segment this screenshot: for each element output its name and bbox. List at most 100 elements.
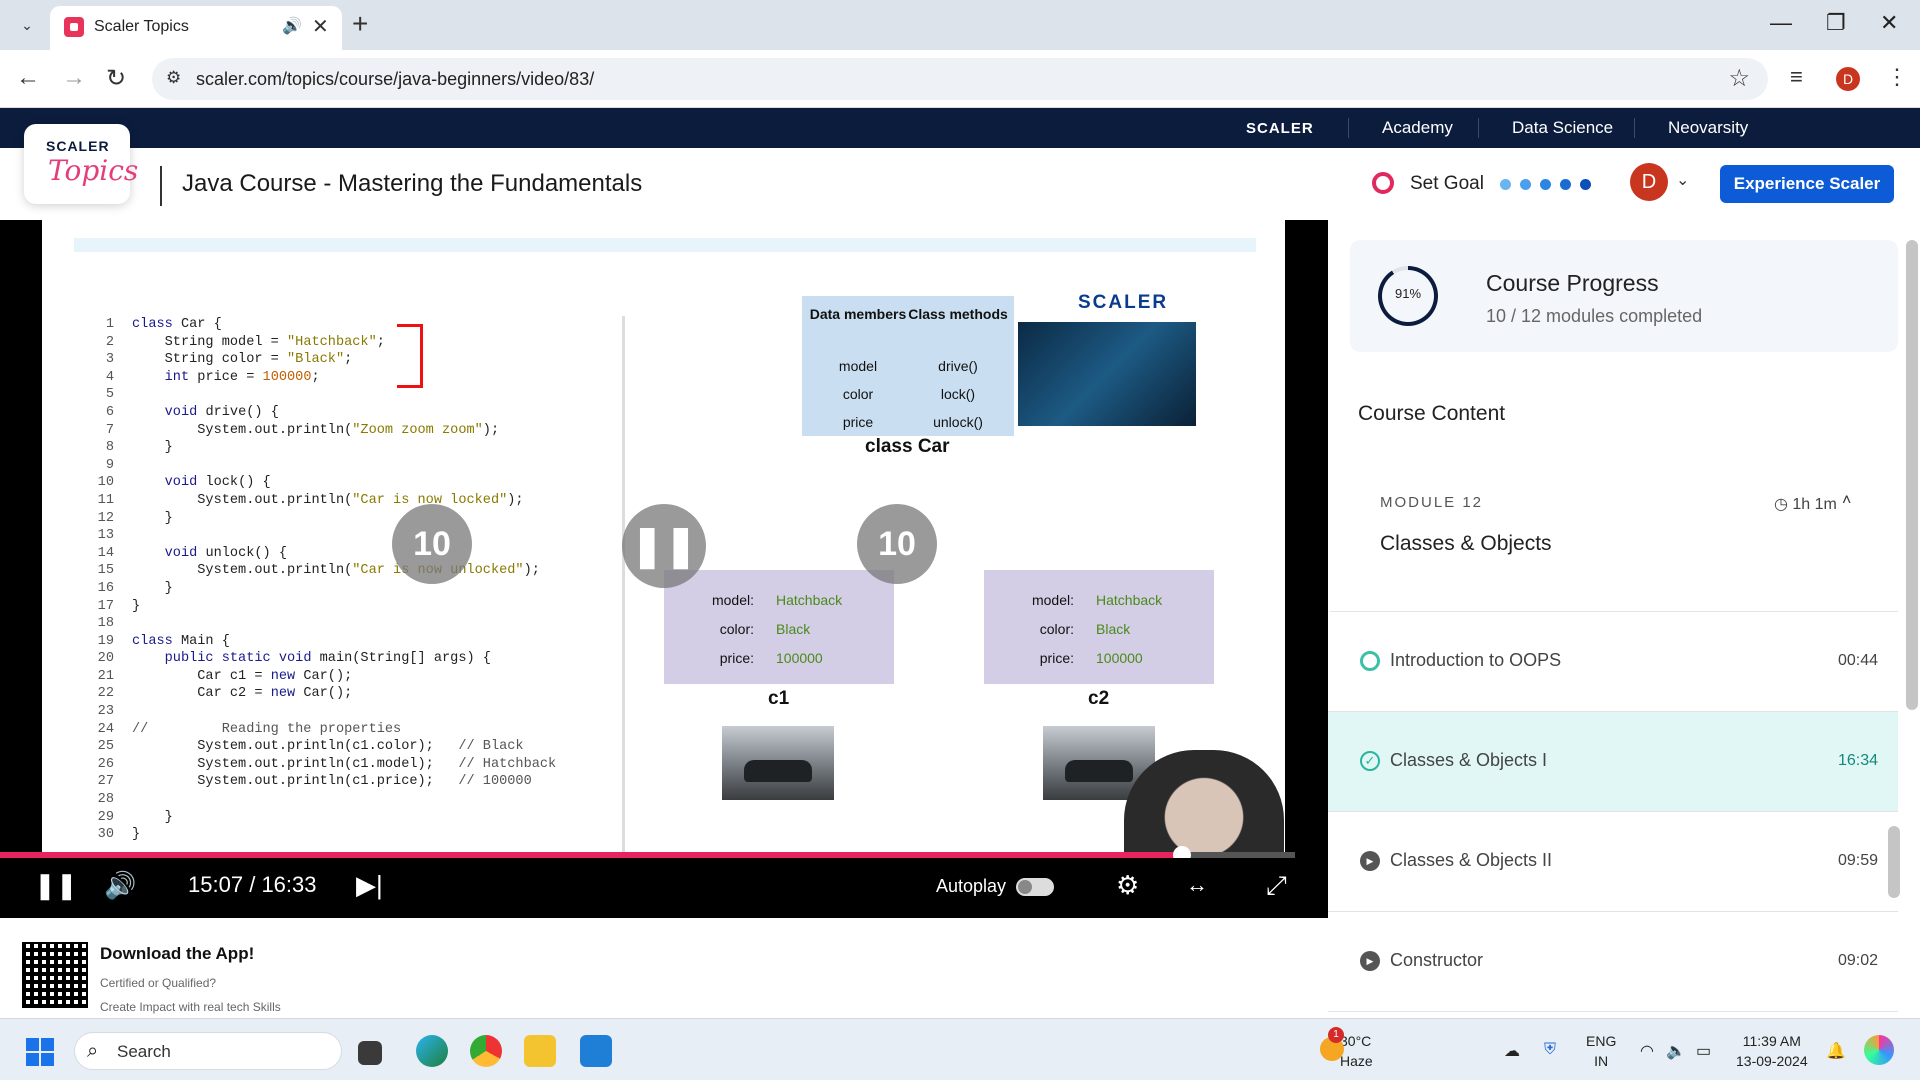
weather-badge: 1 <box>1328 1027 1344 1043</box>
tab-close-icon[interactable]: ✕ <box>312 14 329 39</box>
app-banner-line2: Create Impact with real tech Skills <box>100 1000 281 1014</box>
academy-link[interactable]: Academy <box>1382 118 1453 138</box>
chevron-up-icon[interactable]: ˄ <box>1842 492 1851 510</box>
scaler-link[interactable]: SCALER <box>1246 120 1314 137</box>
media-control-icon[interactable]: ≡ <box>1790 64 1803 90</box>
course-progress-card: 91% Course Progress 10 / 12 modules comp… <box>1350 240 1898 352</box>
check-circle-icon: ✓ <box>1360 751 1380 771</box>
set-goal-button[interactable]: Set Goal <box>1410 173 1484 195</box>
class-car-label: class Car <box>865 436 950 457</box>
volume-icon[interactable]: 🔊 <box>104 870 136 901</box>
browser-profile-avatar[interactable]: D <box>1836 67 1860 91</box>
security-shield-icon[interactable]: ⛨ <box>1544 1041 1556 1059</box>
forward-10-icon[interactable]: 10 <box>857 504 937 584</box>
pause-icon[interactable]: ❚❚ <box>34 870 78 901</box>
autoplay-toggle[interactable] <box>1016 878 1054 896</box>
in-progress-icon <box>1360 651 1380 671</box>
tab-title: Scaler Topics <box>94 18 189 35</box>
goal-dot <box>1500 179 1511 190</box>
experience-scaler-button[interactable]: Experience Scaler <box>1720 165 1894 203</box>
page-scrollbar[interactable] <box>1906 240 1918 710</box>
pause-overlay-icon[interactable]: ❚❚ <box>622 504 706 588</box>
object-c1: model: color: price: Hatchback Black 100… <box>664 570 894 684</box>
site-info-icon[interactable]: ⚙ <box>166 68 181 88</box>
play-circle-icon: ▶ <box>1360 851 1380 871</box>
settings-gear-icon[interactable]: ⚙ <box>1116 870 1139 901</box>
module-header[interactable]: MODULE 12 ◷ 1h 1m ˄ Classes & Objects <box>1330 464 1898 612</box>
back-icon[interactable]: ← <box>16 64 40 92</box>
speaker-icon[interactable]: 🔈 <box>1666 1041 1686 1061</box>
module-duration: ◷ 1h 1m <box>1774 496 1837 513</box>
file-explorer-icon[interactable] <box>524 1035 556 1067</box>
course-sidebar: 91% Course Progress 10 / 12 modules comp… <box>1328 220 1920 1018</box>
chevron-down-icon[interactable]: ⌄ <box>1676 170 1689 190</box>
app-download-banner[interactable]: Download the App! Certified or Qualified… <box>0 918 1328 1018</box>
progress-title: Course Progress <box>1486 270 1659 296</box>
car-image <box>722 726 834 800</box>
lesson-item[interactable]: Introduction to OOPS 00:44 <box>1328 612 1898 712</box>
battery-icon[interactable]: ▭ <box>1696 1041 1711 1061</box>
data-science-link[interactable]: Data Science <box>1512 118 1613 138</box>
qr-code <box>22 942 88 1008</box>
tab-audio-icon[interactable]: 🔊 <box>282 16 302 36</box>
windows-taskbar: ⌕ Search 1 30°C Haze ☁ ⛨ ENG IN ◠ 🔈 ▭ 11… <box>0 1018 1920 1080</box>
lesson-item-active[interactable]: ✓ Classes & Objects I 16:34 <box>1328 712 1898 812</box>
wifi-icon[interactable]: ◠ <box>1640 1041 1654 1061</box>
restore-icon[interactable]: ❐ <box>1826 10 1846 36</box>
app-banner-line1: Certified or Qualified? <box>100 976 217 990</box>
windows-start-icon[interactable] <box>26 1038 54 1066</box>
progress-subtitle: 10 / 12 modules completed <box>1486 306 1703 326</box>
task-view-icon[interactable] <box>358 1041 382 1065</box>
copilot-icon[interactable] <box>1864 1035 1894 1065</box>
bookmark-star-icon[interactable]: ☆ <box>1728 64 1750 93</box>
window-close-icon[interactable]: ✕ <box>1880 10 1898 36</box>
course-content-title: Course Content <box>1358 402 1506 425</box>
video-player[interactable]: 1 class Car { 2 String model = "Hatchback… <box>0 220 1328 918</box>
progress-percent: 91% <box>1394 286 1422 301</box>
url-text[interactable]: scaler.com/topics/course/java-beginners/… <box>196 69 594 90</box>
slide-scaler-logo: SCALER <box>1078 292 1169 313</box>
object-c2-label: c2 <box>1088 688 1110 709</box>
goal-dot <box>1560 179 1571 190</box>
reload-icon[interactable]: ↻ <box>106 64 126 93</box>
annotation-bracket <box>397 324 423 388</box>
lesson-item[interactable]: ▶ Constructor 09:02 <box>1328 912 1898 1012</box>
lesson-item[interactable]: ▶ Classes & Objects II 09:59 <box>1328 812 1898 912</box>
browser-menu-icon[interactable]: ⋮ <box>1886 64 1908 90</box>
next-video-icon[interactable]: ▶| <box>356 870 383 901</box>
module-title: Classes & Objects <box>1380 532 1552 555</box>
weather-widget[interactable]: 1 30°C Haze <box>1320 1027 1373 1071</box>
neovarsity-link[interactable]: Neovarsity <box>1668 118 1748 138</box>
notification-bell-icon[interactable]: 🔔 <box>1826 1041 1846 1061</box>
goal-dot <box>1580 179 1591 190</box>
module-label: MODULE 12 <box>1380 494 1484 511</box>
system-clock[interactable]: 11:39 AM 13-09-2024 <box>1736 1031 1808 1071</box>
fullscreen-icon[interactable]: ⤢ <box>1266 870 1287 902</box>
object-c1-label: c1 <box>768 688 790 709</box>
scaler-favicon-icon <box>64 17 84 37</box>
app-banner-title: Download the App! <box>100 944 255 963</box>
taskbar-search[interactable]: ⌕ Search <box>74 1032 342 1070</box>
browser-tab-bar: ⌄ Scaler Topics 🔊 ✕ + — ❐ ✕ <box>0 0 1920 50</box>
address-bar[interactable]: ⚙ scaler.com/topics/course/java-beginner… <box>152 58 1768 100</box>
forward-icon[interactable]: → <box>62 64 86 92</box>
minimize-icon[interactable]: — <box>1770 10 1792 36</box>
list-scrollbar[interactable] <box>1888 826 1900 898</box>
header-divider <box>160 166 162 206</box>
tab-search-dropdown-icon[interactable]: ⌄ <box>14 12 40 38</box>
vscode-icon[interactable] <box>580 1035 612 1067</box>
onedrive-icon[interactable]: ☁ <box>1504 1041 1520 1061</box>
rewind-10-icon[interactable]: 10 <box>392 504 472 584</box>
chrome-browser-icon[interactable] <box>470 1035 502 1067</box>
slide-header-band <box>74 238 1256 252</box>
browser-tab[interactable]: Scaler Topics 🔊 ✕ <box>50 6 342 50</box>
user-avatar[interactable]: D <box>1630 163 1668 201</box>
goal-target-icon[interactable] <box>1372 172 1394 194</box>
player-controls: ❚❚ 🔊 15:07 / 16:33 ▶| Autoplay ⚙ ↔ ⤢ <box>0 858 1328 918</box>
edge-browser-icon[interactable] <box>416 1035 448 1067</box>
new-tab-icon[interactable]: + <box>352 8 368 40</box>
language-indicator[interactable]: ENG IN <box>1586 1031 1616 1071</box>
slide-divider <box>622 316 625 852</box>
scaler-topics-logo[interactable]: SCALER Topics <box>24 124 138 204</box>
theater-mode-icon[interactable]: ↔ <box>1186 872 1208 898</box>
